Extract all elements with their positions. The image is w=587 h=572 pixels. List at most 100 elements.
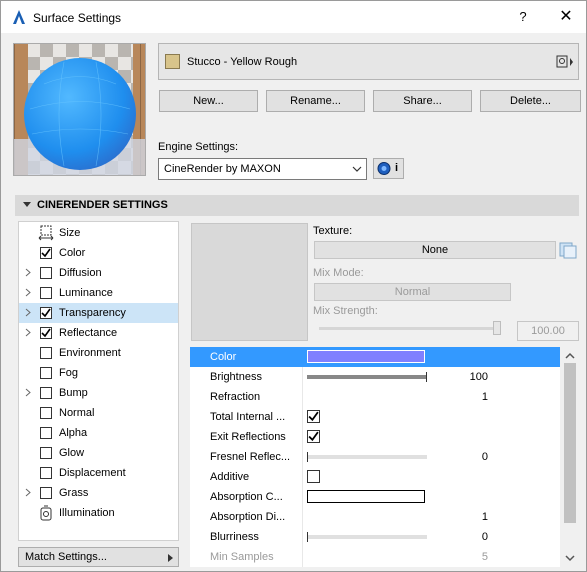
param-row-fresnel[interactable]: Fresnel Reflec... 0 — [190, 447, 560, 467]
category-item-alpha[interactable]: Alpha — [19, 423, 178, 443]
texture-preview — [191, 223, 308, 341]
param-name: Refraction — [210, 391, 261, 403]
category-checkbox[interactable] — [40, 387, 52, 399]
param-value[interactable]: 0 — [482, 531, 488, 543]
category-checkbox[interactable] — [40, 407, 52, 419]
material-menu-icon[interactable] — [556, 54, 574, 70]
param-row-color[interactable]: Color — [190, 347, 560, 367]
param-value[interactable]: 0 — [482, 451, 488, 463]
scrollbar-thumb[interactable] — [564, 363, 576, 523]
param-row-total-internal[interactable]: Total Internal ... — [190, 407, 560, 427]
category-checkbox[interactable] — [40, 307, 52, 319]
category-checkbox[interactable] — [40, 347, 52, 359]
category-checkbox[interactable] — [40, 467, 52, 479]
param-checkbox[interactable] — [307, 410, 320, 423]
category-checkbox[interactable] — [40, 367, 52, 379]
param-row-additive[interactable]: Additive — [190, 467, 560, 487]
material-name: Stucco - Yellow Rough — [187, 56, 298, 68]
param-name: Absorption C... — [210, 491, 283, 503]
category-checkbox[interactable] — [40, 267, 52, 279]
chevron-right-icon[interactable] — [25, 488, 31, 497]
material-color-swatch — [165, 54, 180, 69]
chevron-right-icon[interactable] — [25, 288, 31, 297]
param-value[interactable]: 1 — [482, 391, 488, 403]
scroll-down-icon[interactable] — [563, 551, 577, 565]
column-divider — [302, 407, 303, 427]
fresnel-slider[interactable] — [307, 452, 427, 462]
rename-button[interactable]: Rename... — [266, 90, 365, 112]
category-item-color[interactable]: Color — [19, 243, 178, 263]
new-button[interactable]: New... — [159, 90, 258, 112]
category-item-transparency[interactable]: Transparency — [19, 303, 178, 323]
param-name: Exit Reflections — [210, 431, 286, 443]
param-checkbox[interactable] — [307, 430, 320, 443]
delete-button[interactable]: Delete... — [480, 90, 581, 112]
param-row-absorption-distance[interactable]: Absorption Di... 1 — [190, 507, 560, 527]
match-settings-button[interactable]: Match Settings... — [18, 547, 179, 567]
category-item-luminance[interactable]: Luminance — [19, 283, 178, 303]
cinerender-section-header[interactable]: CINERENDER SETTINGS — [15, 195, 579, 216]
engine-settings-label: Engine Settings: — [158, 141, 239, 153]
category-checkbox[interactable] — [40, 247, 52, 259]
checkmark-icon — [308, 411, 319, 422]
collapse-triangle-icon — [23, 202, 31, 207]
mix-mode-select[interactable]: Normal — [314, 283, 511, 301]
category-item-illumination[interactable]: Illumination — [19, 503, 178, 523]
archicad-icon — [13, 10, 25, 24]
texture-select-button[interactable]: None — [314, 241, 556, 259]
category-checkbox[interactable] — [40, 427, 52, 439]
param-row-exit-reflections[interactable]: Exit Reflections — [190, 427, 560, 447]
brightness-slider[interactable] — [307, 372, 427, 382]
mix-strength-slider[interactable] — [319, 321, 501, 335]
texture-browse-icon[interactable] — [559, 241, 577, 259]
blurriness-slider[interactable] — [307, 532, 427, 542]
param-row-min-samples[interactable]: Min Samples 5 — [190, 547, 560, 567]
column-divider — [302, 427, 303, 447]
category-item-bump[interactable]: Bump — [19, 383, 178, 403]
category-item-displacement[interactable]: Displacement — [19, 463, 178, 483]
chevron-right-icon[interactable] — [25, 308, 31, 317]
checkmark-icon — [41, 308, 51, 318]
close-button[interactable]: ✕ — [551, 6, 581, 28]
category-checkbox[interactable] — [40, 327, 52, 339]
share-button[interactable]: Share... — [373, 90, 472, 112]
material-selector[interactable]: Stucco - Yellow Rough — [158, 43, 579, 80]
category-item-size[interactable]: Size — [19, 223, 178, 243]
category-item-fog[interactable]: Fog — [19, 363, 178, 383]
color-swatch[interactable] — [307, 350, 425, 363]
engine-select[interactable]: CineRender by MAXON — [158, 158, 367, 180]
param-value[interactable]: 100 — [470, 371, 488, 383]
chevron-right-icon[interactable] — [25, 328, 31, 337]
slider-thumb[interactable] — [493, 321, 501, 335]
help-button[interactable]: ? — [511, 6, 535, 28]
category-item-diffusion[interactable]: Diffusion — [19, 263, 178, 283]
illumination-icon — [40, 505, 52, 521]
category-label: Grass — [59, 487, 89, 499]
info-label: i — [395, 162, 399, 174]
category-checkbox[interactable] — [40, 487, 52, 499]
param-value[interactable]: 1 — [482, 511, 488, 523]
param-row-blurriness[interactable]: Blurriness 0 — [190, 527, 560, 547]
category-checkbox[interactable] — [40, 447, 52, 459]
param-row-refraction[interactable]: Refraction 1 — [190, 387, 560, 407]
param-value[interactable]: 5 — [482, 551, 488, 563]
mix-strength-input[interactable]: 100.00 — [517, 321, 579, 341]
param-row-brightness[interactable]: Brightness 100 — [190, 367, 560, 387]
column-divider — [302, 547, 303, 567]
category-checkbox[interactable] — [40, 287, 52, 299]
category-label: Fog — [59, 367, 78, 379]
color-swatch[interactable] — [307, 490, 425, 503]
category-item-environment[interactable]: Environment — [19, 343, 178, 363]
category-label: Normal — [59, 407, 95, 419]
param-row-absorption-color[interactable]: Absorption C... — [190, 487, 560, 507]
scroll-up-icon[interactable] — [563, 349, 577, 363]
category-item-glow[interactable]: Glow — [19, 443, 178, 463]
parameter-scrollbar[interactable] — [563, 347, 577, 567]
chevron-right-icon[interactable] — [25, 388, 31, 397]
engine-info-button[interactable]: i — [373, 158, 404, 179]
category-item-reflectance[interactable]: Reflectance — [19, 323, 178, 343]
category-item-normal[interactable]: Normal — [19, 403, 178, 423]
category-item-grass[interactable]: Grass — [19, 483, 178, 503]
param-checkbox[interactable] — [307, 470, 320, 483]
chevron-right-icon[interactable] — [25, 268, 31, 277]
